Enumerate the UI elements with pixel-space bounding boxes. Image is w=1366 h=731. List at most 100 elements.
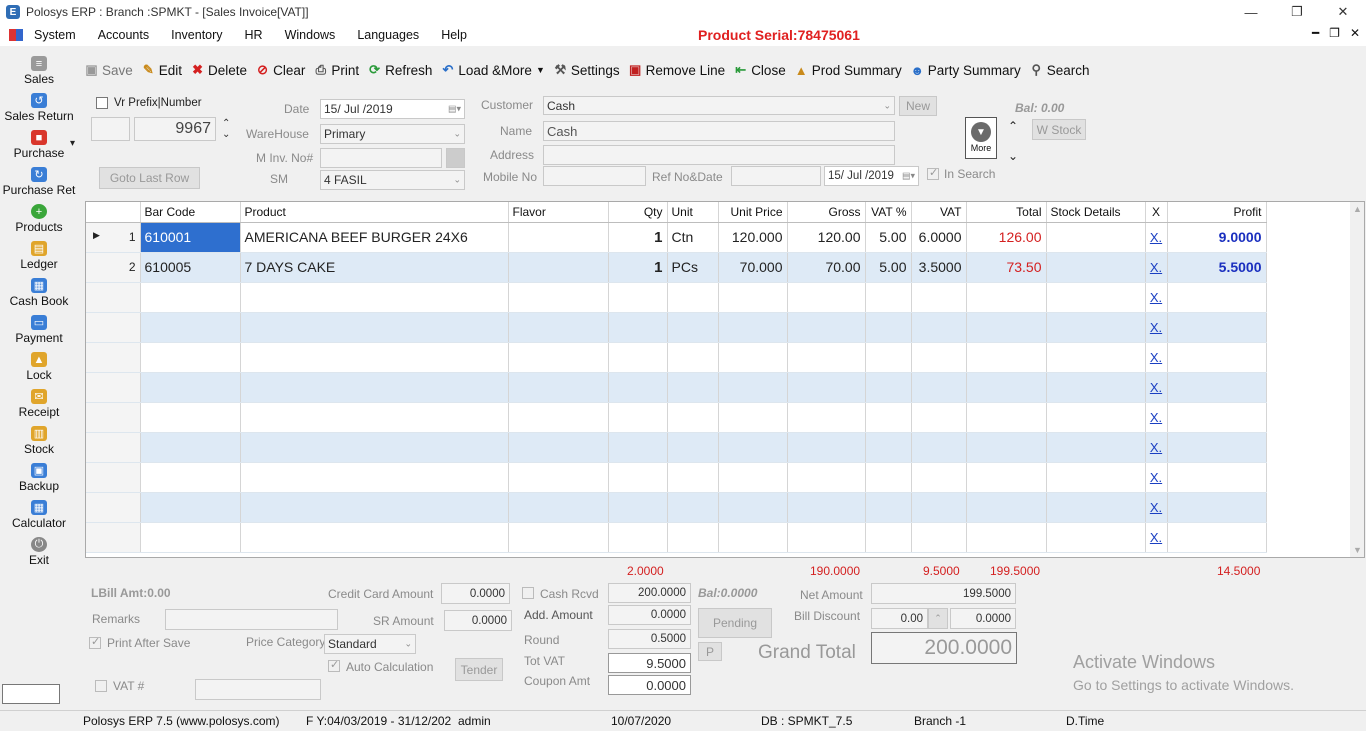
menu-inventory[interactable]: Inventory [160, 24, 233, 46]
minv-field[interactable] [320, 148, 442, 168]
sidebar-item-purchase-ret[interactable]: ↻ Purchase Ret [0, 163, 78, 200]
remove-row-link[interactable]: X. [1145, 462, 1168, 493]
scroll-up-arrow-icon[interactable]: ▲ [1353, 204, 1362, 214]
remove-row-link[interactable]: X. [1145, 432, 1168, 463]
product-cell[interactable]: 7 DAYS CAKE [240, 252, 509, 283]
vat-pct-cell[interactable]: 5.00 [865, 222, 912, 253]
cash-received-field[interactable]: 200.0000 [608, 583, 691, 603]
price-category-select[interactable]: Standard ⌄ [324, 634, 416, 654]
customer-select[interactable]: Cash ⌄ [543, 96, 895, 115]
auto-calculation-checkbox[interactable] [328, 658, 340, 672]
load-more-button[interactable]: ↶ Load &More ▼ [440, 62, 544, 78]
sidebar-item-payment[interactable]: ▭ Payment [0, 311, 78, 348]
search-button[interactable]: ⚲ Search [1029, 62, 1090, 78]
unit-price-cell[interactable]: 70.000 [718, 252, 788, 283]
sidebar-item-receipt[interactable]: ✉ Receipt [0, 385, 78, 422]
unit-cell[interactable]: PCs [667, 252, 719, 283]
vr-prefix-checkbox[interactable] [96, 97, 108, 109]
sr-amount-field[interactable]: 0.0000 [444, 610, 512, 631]
bill-discount-percent[interactable]: 0.00 [871, 608, 928, 629]
vat-no-field[interactable] [195, 679, 321, 700]
unit-price-cell[interactable]: 120.000 [718, 222, 788, 253]
menu-languages[interactable]: Languages [346, 24, 430, 46]
remarks-field[interactable] [165, 609, 338, 630]
in-search-checkbox[interactable] [927, 166, 939, 180]
bill-discount-field[interactable]: 0.0000 [950, 608, 1016, 629]
prod-summary-button[interactable]: ▲ Prod Summary [794, 63, 902, 78]
table-row[interactable]: X. [86, 372, 1267, 403]
mdi-restore-icon[interactable]: ❐ [1329, 26, 1340, 40]
ref-date-picker[interactable]: 15/ Jul /2019 ▤▾ [824, 166, 919, 186]
table-row[interactable]: X. [86, 462, 1267, 493]
quick-input-field[interactable] [2, 684, 60, 704]
col-header-product[interactable]: Product [240, 202, 509, 223]
col-header-gross[interactable]: Gross [787, 202, 866, 223]
mdi-minimize-icon[interactable]: ━ [1312, 26, 1319, 40]
goto-last-row-button[interactable]: Goto Last Row [99, 167, 200, 189]
sidebar-item-sales[interactable]: ≡ Sales [0, 52, 78, 89]
table-row[interactable]: X. [86, 432, 1267, 463]
sidebar-item-cash-book[interactable]: ▦ Cash Book [0, 274, 78, 311]
name-field[interactable]: Cash [543, 121, 895, 141]
coupon-amount-field[interactable]: 0.0000 [608, 675, 691, 695]
print-after-save-checkbox[interactable] [89, 635, 101, 649]
refresh-button[interactable]: ⟳ Refresh [367, 62, 432, 78]
add-amount-field[interactable]: 0.0000 [608, 605, 691, 625]
close-button[interactable]: ⇤ Close [733, 62, 785, 78]
barcode-cell[interactable]: 610005 [140, 252, 241, 283]
w-stock-button[interactable]: W Stock [1032, 119, 1086, 140]
qty-cell[interactable]: 1 [608, 222, 668, 253]
qty-cell[interactable]: 1 [608, 252, 668, 283]
col-header-unit-price[interactable]: Unit Price [718, 202, 788, 223]
pending-button[interactable]: Pending [698, 608, 772, 638]
vat-no-checkbox[interactable] [95, 680, 107, 692]
col-header-barcode[interactable]: Bar Code [140, 202, 241, 223]
edit-button[interactable]: ✎ Edit [141, 62, 182, 78]
menu-help[interactable]: Help [430, 24, 478, 46]
sidebar-item-ledger[interactable]: ▤ Ledger [0, 237, 78, 274]
table-row[interactable]: X. [86, 522, 1267, 553]
menu-hr[interactable]: HR [234, 24, 274, 46]
clear-button[interactable]: ⊘ Clear [255, 62, 305, 78]
round-field[interactable]: 0.5000 [608, 629, 691, 649]
col-header-total[interactable]: Total [966, 202, 1047, 223]
close-icon[interactable]: ✕ [1320, 0, 1366, 24]
table-row[interactable]: ▶ 1 610001 AMERICANA BEEF BURGER 24X6 1 C… [86, 222, 1267, 253]
system-menu-icon[interactable] [9, 29, 23, 41]
scroll-down-icon[interactable]: ⌄ [1008, 149, 1018, 163]
col-header-x[interactable]: X [1145, 202, 1168, 223]
table-row[interactable]: X. [86, 342, 1267, 373]
row-number[interactable]: ▶ 1 [86, 222, 141, 253]
remove-line-button[interactable]: ▣ Remove Line [628, 62, 725, 78]
tender-button[interactable]: Tender [455, 658, 503, 681]
sidebar-item-sales-return[interactable]: ↺ Sales Return [0, 89, 78, 126]
scroll-up-icon[interactable]: ⌃ [1008, 119, 1018, 133]
table-row[interactable]: X. [86, 492, 1267, 523]
cash-received-checkbox[interactable] [522, 587, 534, 599]
more-button[interactable]: ▼ More [965, 117, 997, 159]
restore-icon[interactable]: ❐ [1274, 0, 1320, 24]
remove-row-link[interactable]: X. [1145, 312, 1168, 343]
new-customer-button[interactable]: New [899, 96, 937, 116]
sidebar-item-purchase[interactable]: ■ Purchase ▾ [0, 126, 78, 163]
submenu-arrow-icon[interactable]: ▾ [70, 138, 75, 149]
sidebar-item-lock[interactable]: ▲ Lock [0, 348, 78, 385]
mdi-close-icon[interactable]: ✕ [1350, 26, 1360, 40]
settings-button[interactable]: ⚒ Settings [553, 62, 620, 78]
date-picker[interactable]: 15/ Jul /2019 ▤▾ [320, 99, 465, 119]
table-row[interactable]: X. [86, 282, 1267, 313]
table-row[interactable]: X. [86, 402, 1267, 433]
flavor-cell[interactable] [508, 222, 609, 253]
col-header-stock-details[interactable]: Stock Details [1046, 202, 1146, 223]
party-summary-button[interactable]: ☻ Party Summary [910, 63, 1020, 78]
p-button[interactable]: P [698, 642, 722, 661]
salesman-select[interactable]: 4 FASIL ⌄ [320, 170, 465, 190]
remove-row-link[interactable]: X. [1145, 282, 1168, 313]
voucher-spinner[interactable]: ⌃ ⌄ [222, 118, 230, 140]
save-button[interactable]: ▣ Save [84, 62, 132, 78]
sidebar-item-calculator[interactable]: ▦ Calculator [0, 496, 78, 533]
col-header-profit[interactable]: Profit [1167, 202, 1267, 223]
table-row[interactable]: X. [86, 312, 1267, 343]
product-cell[interactable]: AMERICANA BEEF BURGER 24X6 [240, 222, 509, 253]
address-field[interactable] [543, 145, 895, 165]
